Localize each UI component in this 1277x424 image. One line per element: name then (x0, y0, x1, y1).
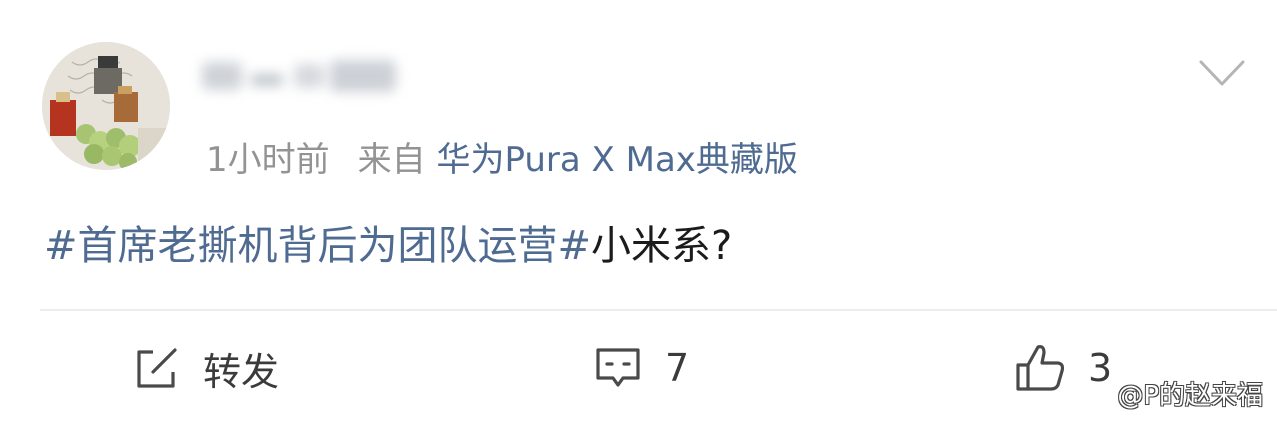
device-link[interactable]: 华为Pura X Max典藏版 (436, 140, 797, 180)
comment-button[interactable]: 7 (593, 338, 689, 398)
divider (40, 309, 1277, 311)
avatar-image (42, 42, 170, 170)
repost-button[interactable]: 转发 (133, 338, 279, 398)
like-button[interactable]: 3 (1014, 338, 1112, 398)
repost-label: 转发 (203, 349, 280, 394)
post-meta: 1小时前 来自 华为Pura X Max典藏版 (206, 134, 798, 186)
user-avatar[interactable] (42, 42, 170, 170)
like-count: 3 (1088, 346, 1113, 390)
username-blurred[interactable] (198, 52, 403, 102)
source-prefix: 来自 (357, 140, 426, 180)
chevron-down-icon[interactable] (1197, 54, 1247, 92)
post-time: 1小时前 (206, 140, 330, 180)
post-body: 小米系? (591, 223, 733, 269)
edit-square-icon (137, 348, 177, 388)
thumbs-up-icon (1016, 345, 1065, 391)
watermark: @P的赵来福 (1117, 381, 1263, 411)
weibo-post-card: 1小时前 来自 华为Pura X Max典藏版 #首席老撕机背后为团队运营#小米系… (0, 0, 1277, 424)
comment-bubble-icon (596, 348, 640, 387)
topic-link[interactable]: #首席老撕机背后为团队运营# (44, 223, 591, 269)
post-content: #首席老撕机背后为团队运营#小米系? (44, 216, 732, 276)
comment-count: 7 (665, 346, 690, 390)
